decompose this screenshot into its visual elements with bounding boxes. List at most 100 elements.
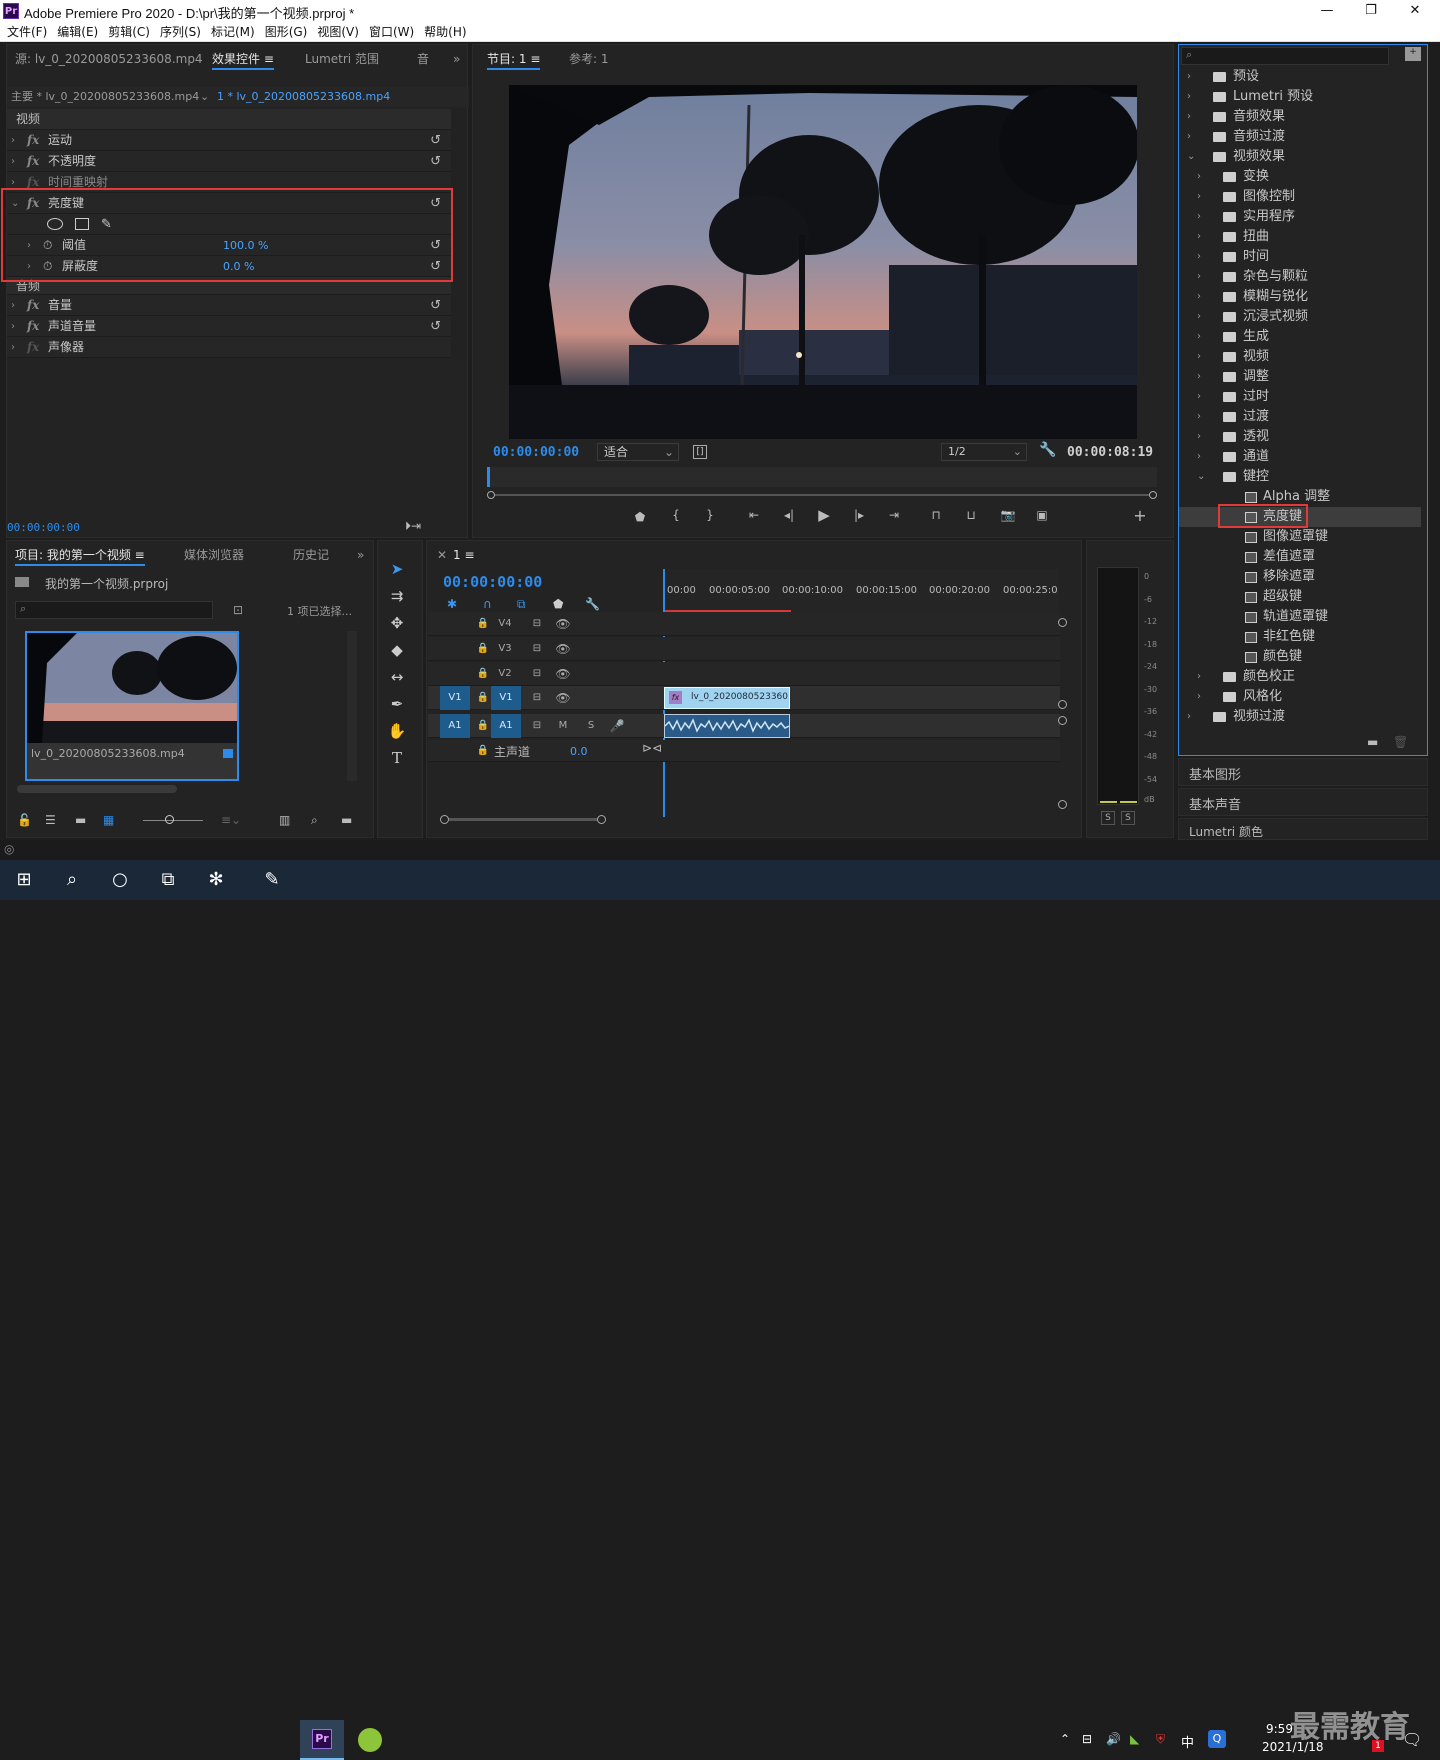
- search-icon[interactable]: ⌕: [52, 862, 92, 898]
- chevron-right-icon[interactable]: ›: [1197, 667, 1201, 687]
- chevron-right-icon[interactable]: ›: [1197, 207, 1201, 227]
- reset-icon[interactable]: ↺: [430, 295, 441, 316]
- security-icon[interactable]: ⛨: [1156, 1732, 1165, 1747]
- effect-row-motion[interactable]: › fx 运动 ↺: [7, 130, 451, 151]
- project-horizontal-scrollbar[interactable]: [17, 785, 177, 793]
- timeline-horizontal-scrollbar[interactable]: [449, 818, 597, 821]
- track-zoom-handle[interactable]: [1058, 618, 1067, 627]
- effects-tree-item[interactable]: 差值遮罩: [1179, 547, 1421, 567]
- timeline-timecode[interactable]: 00:00:00:00: [443, 573, 542, 591]
- play-icon[interactable]: ▶: [813, 506, 835, 524]
- tab-sequence[interactable]: 1 ≡: [453, 541, 475, 569]
- fit-dropdown[interactable]: 适合 ⌄: [597, 443, 679, 461]
- chevron-right-icon[interactable]: ›: [1197, 167, 1201, 187]
- effects-tree-item[interactable]: › 沉浸式视频: [1179, 307, 1421, 327]
- chevron-right-icon[interactable]: ›: [1197, 427, 1201, 447]
- export-icon[interactable]: ⏵⇥: [405, 519, 421, 534]
- sync-lock-icon[interactable]: ⊟: [526, 664, 548, 684]
- effects-tree-item[interactable]: ⌄ 键控: [1179, 467, 1421, 487]
- step-forward-icon[interactable]: |▸: [849, 508, 869, 522]
- effects-tree-item[interactable]: › 透视: [1179, 427, 1421, 447]
- icon-view-icon[interactable]: ▬: [75, 813, 86, 827]
- new-bin-icon[interactable]: ▬: [341, 813, 352, 827]
- effects-tree-item[interactable]: 超级键: [1179, 587, 1421, 607]
- menu-marker[interactable]: 标记(M): [208, 22, 258, 42]
- lumetri-color-panel[interactable]: Lumetri 颜色: [1178, 818, 1428, 840]
- show-hidden-icons[interactable]: ⌃: [1060, 1732, 1070, 1746]
- effects-tree-item[interactable]: › 生成: [1179, 327, 1421, 347]
- effects-tree-item[interactable]: 颜色键: [1179, 647, 1421, 667]
- lock-icon[interactable]: 🔒: [472, 614, 494, 634]
- effect-controls-timecode[interactable]: 00:00:00:00: [7, 521, 80, 534]
- menu-view[interactable]: 视图(V): [314, 22, 362, 42]
- effects-tree-item[interactable]: ⌄ 视频效果: [1179, 147, 1421, 167]
- add-marker-icon[interactable]: ⬟: [631, 510, 649, 524]
- menu-window[interactable]: 窗口(W): [366, 22, 417, 42]
- chevron-right-icon[interactable]: ›: [1197, 447, 1201, 467]
- track-label-v3[interactable]: V3: [494, 639, 516, 659]
- tab-audio[interactable]: 音: [417, 45, 429, 73]
- effects-tree-item[interactable]: › 风格化: [1179, 687, 1421, 707]
- find-icon[interactable]: ⌕: [311, 813, 318, 828]
- safe-margins-icon[interactable]: []: [693, 445, 707, 459]
- ripple-edit-tool-icon[interactable]: ✥: [385, 612, 409, 634]
- effects-tree-item[interactable]: › 视频过渡: [1179, 707, 1421, 727]
- chevron-right-icon[interactable]: ›: [1187, 67, 1191, 87]
- tab-effect-controls[interactable]: 效果控件 ≡: [212, 45, 274, 73]
- sync-lock-icon[interactable]: ⊟: [526, 688, 548, 708]
- sync-lock-icon[interactable]: ⊟: [526, 614, 548, 634]
- ime-indicator[interactable]: 中: [1181, 1732, 1194, 1751]
- effects-tree-item[interactable]: 轨道遮罩键: [1179, 607, 1421, 627]
- menu-help[interactable]: 帮助(H): [421, 22, 469, 42]
- action-center-icon[interactable]: 🗨: [1402, 1730, 1422, 1749]
- chevron-down-icon[interactable]: ⌄: [1187, 147, 1195, 167]
- chevron-right-icon[interactable]: ›: [1197, 287, 1201, 307]
- effects-tree-item[interactable]: › 杂色与颗粒: [1179, 267, 1421, 287]
- automate-sequence-icon[interactable]: ▥: [279, 813, 290, 827]
- effect-row-volume[interactable]: › fx 音量 ↺: [7, 295, 451, 316]
- track-label-v4[interactable]: V4: [494, 614, 516, 634]
- clock-time[interactable]: 9:59: [1266, 1722, 1293, 1736]
- track-zoom-handle[interactable]: [1058, 700, 1067, 709]
- type-tool-icon[interactable]: T: [385, 747, 409, 769]
- notepad-app-icon[interactable]: ✎: [252, 862, 292, 898]
- chevron-right-icon[interactable]: ›: [1197, 307, 1201, 327]
- video-clip[interactable]: fx lv_0_2020080523360: [664, 687, 790, 709]
- menu-file[interactable]: 文件(F): [4, 22, 50, 42]
- lock-icon[interactable]: 🔓: [17, 813, 32, 827]
- chevron-down-icon[interactable]: ⌄: [200, 87, 209, 107]
- track-zoom-handle[interactable]: [1058, 716, 1067, 725]
- list-view-icon[interactable]: ☰: [45, 813, 56, 827]
- razor-tool-icon[interactable]: ◆: [385, 639, 409, 661]
- effects-tree-item[interactable]: 移除遮罩: [1179, 567, 1421, 587]
- effects-tree-item[interactable]: › 图像控制: [1179, 187, 1421, 207]
- add-marker-icon[interactable]: ⬟: [553, 597, 563, 611]
- eye-icon[interactable]: 👁: [552, 688, 574, 708]
- solo-button[interactable]: S: [580, 716, 602, 736]
- add-button-icon[interactable]: +: [1131, 506, 1149, 525]
- pen-tool-icon[interactable]: ✒: [385, 693, 409, 715]
- chevron-right-icon[interactable]: ›: [1197, 187, 1201, 207]
- program-scrub-bar[interactable]: [487, 467, 1157, 487]
- project-vertical-scrollbar[interactable]: [347, 631, 357, 781]
- effects-tree-item[interactable]: › 颜色校正: [1179, 667, 1421, 687]
- program-timecode-in[interactable]: 00:00:00:00: [493, 445, 579, 460]
- chevron-right-icon[interactable]: ›: [1187, 107, 1191, 127]
- tab-project[interactable]: 项目: 我的第一个视频 ≡: [15, 541, 145, 569]
- wrench-icon[interactable]: 🔧: [1039, 442, 1056, 458]
- effect-row-panner[interactable]: › fx 声像器: [7, 337, 451, 358]
- video-preview[interactable]: [509, 85, 1137, 439]
- timeline-close-icon[interactable]: ✕: [437, 541, 447, 569]
- export-frame-icon[interactable]: 📷: [997, 508, 1019, 522]
- menu-clip[interactable]: 剪辑(C): [105, 22, 153, 42]
- chevron-right-icon[interactable]: ›: [1187, 87, 1191, 107]
- panel-overflow-icon[interactable]: »: [453, 45, 460, 73]
- volume-icon[interactable]: 🔊: [1106, 1732, 1121, 1746]
- tab-program[interactable]: 节目: 1 ≡: [487, 45, 541, 73]
- effects-tree-item[interactable]: › 实用程序: [1179, 207, 1421, 227]
- resolution-dropdown[interactable]: 1/2 ⌄: [941, 443, 1027, 461]
- track-label-a1[interactable]: A1: [491, 714, 521, 738]
- chevron-down-icon[interactable]: ⌄: [1197, 467, 1205, 487]
- tab-history[interactable]: 历史记: [293, 541, 329, 569]
- hand-tool-icon[interactable]: ✋: [385, 720, 409, 742]
